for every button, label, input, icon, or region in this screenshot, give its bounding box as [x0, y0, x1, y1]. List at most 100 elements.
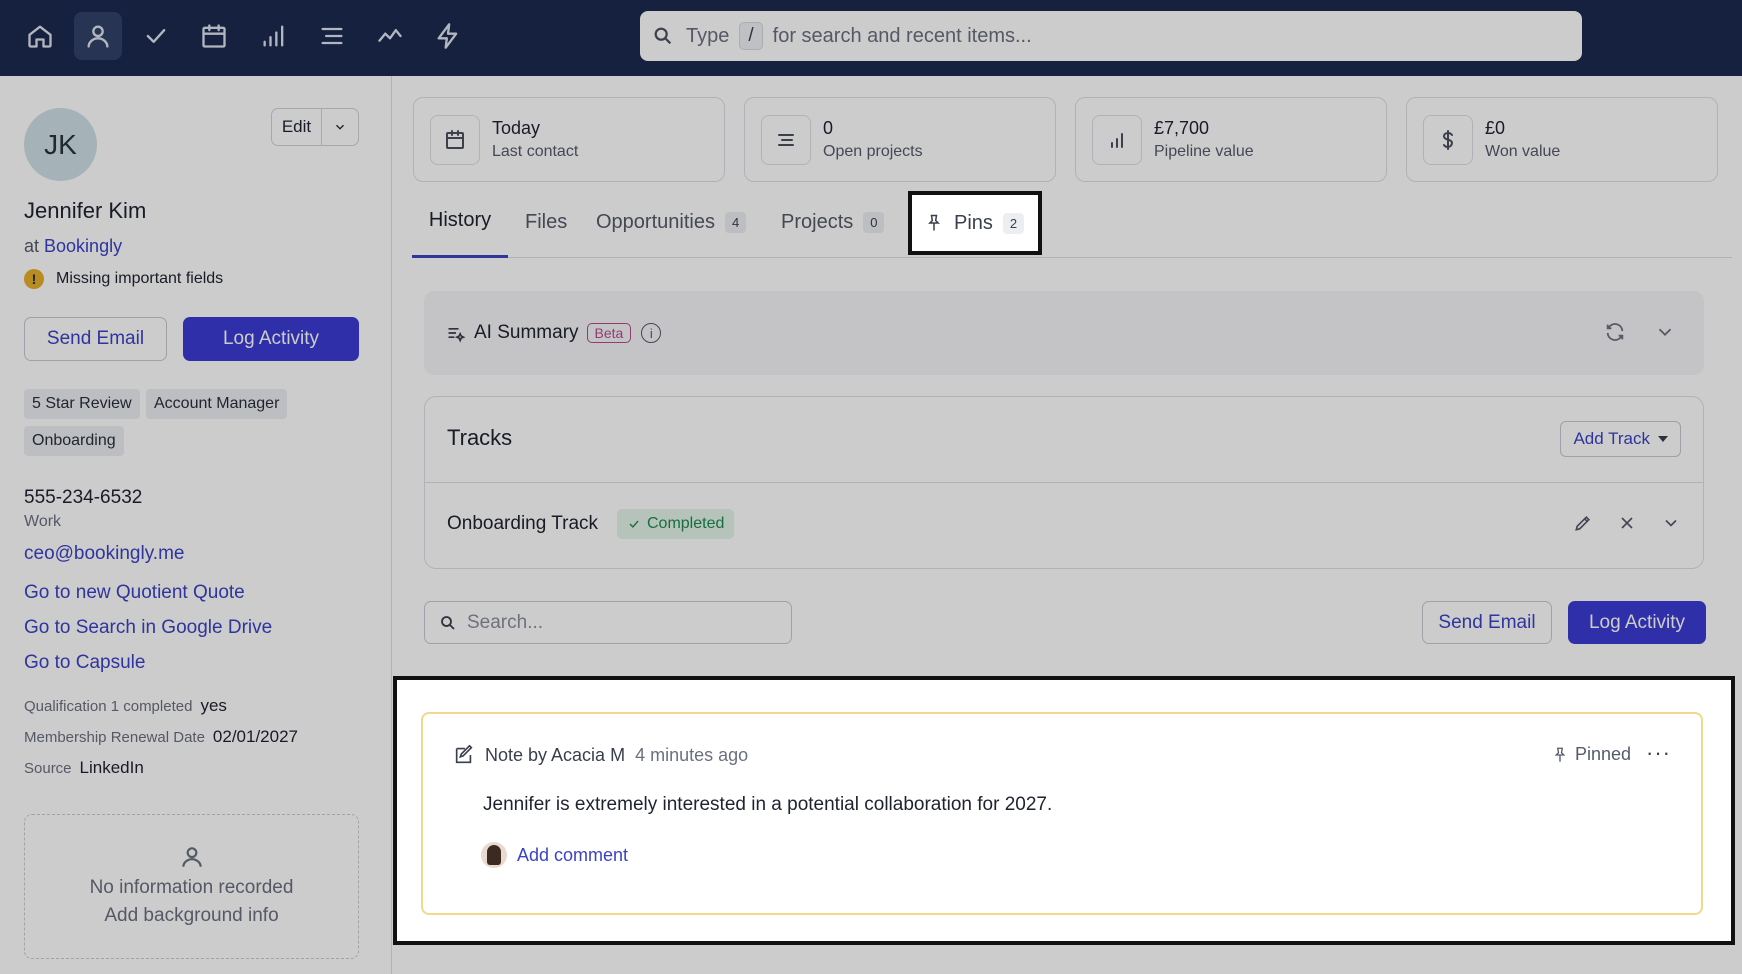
chevron-down-icon: [336, 124, 344, 130]
edit-button[interactable]: Edit: [272, 109, 322, 145]
contact-sidebar: JK Edit Jennifer Kim at Bookingly ! Miss…: [0, 76, 392, 974]
search-prefix: Type: [686, 24, 730, 47]
contacts-icon[interactable]: [74, 12, 122, 60]
count-badge: 4: [724, 211, 747, 233]
field-label: Source: [24, 760, 72, 777]
track-name[interactable]: Onboarding Track: [447, 513, 598, 535]
custom-field-source: Source LinkedIn: [24, 758, 144, 778]
tag[interactable]: 5 Star Review: [24, 389, 140, 419]
stat-label: Open projects: [823, 143, 923, 160]
field-value: yes: [200, 696, 227, 715]
log-activity-button[interactable]: Log Activity: [183, 317, 359, 361]
pin-icon: [1554, 747, 1566, 762]
pencil-icon[interactable]: [1573, 513, 1593, 533]
ai-summary-title: AI Summary: [474, 322, 579, 343]
contact-name: Jennifer Kim: [24, 198, 147, 223]
contact-email[interactable]: ceo@bookingly.me: [24, 543, 184, 565]
pinned-toggle[interactable]: Pinned: [1551, 744, 1631, 765]
tab-files[interactable]: Files: [525, 186, 567, 258]
tasks-check-icon[interactable]: [132, 12, 180, 60]
field-label: Qualification 1 completed: [24, 698, 193, 715]
info-icon[interactable]: i: [641, 323, 662, 343]
note-timestamp: 4 minutes ago: [635, 744, 749, 765]
stat-won-value: £0 Won value: [1406, 97, 1718, 182]
add-background-link[interactable]: Add background info: [104, 902, 278, 930]
tag[interactable]: Onboarding: [24, 426, 124, 456]
person-icon: [181, 846, 202, 867]
tab-history[interactable]: History: [412, 186, 508, 258]
pinned-label: Pinned: [1574, 744, 1631, 764]
tab-opportunities[interactable]: Opportunities 4: [596, 186, 747, 258]
capsule-link[interactable]: Go to Capsule: [24, 652, 145, 674]
bar-chart-icon: [1092, 115, 1142, 165]
tab-label: Opportunities: [596, 210, 715, 233]
close-icon[interactable]: [1617, 513, 1637, 533]
count-badge: 2: [1002, 212, 1025, 234]
workflows-bolt-icon[interactable]: [424, 12, 472, 60]
history-log-activity-button[interactable]: Log Activity: [1568, 601, 1706, 644]
pinned-note-card[interactable]: Note by Acacia M 4 minutes ago Pinned ··…: [421, 712, 1703, 915]
stat-label: Pipeline value: [1154, 143, 1254, 160]
company-link[interactable]: Bookingly: [44, 236, 122, 256]
stat-value: £0: [1485, 118, 1506, 138]
edit-button-group: Edit: [271, 108, 359, 146]
tracks-panel: Tracks Add Track Onboarding Track Comple…: [424, 396, 1704, 569]
edit-dropdown-button[interactable]: [322, 109, 358, 145]
ai-summary-icon: [448, 328, 466, 343]
caret-down-icon: [1658, 436, 1668, 442]
stat-label: Won value: [1485, 143, 1561, 160]
field-value: 02/01/2027: [212, 727, 299, 746]
tab-label: Pins: [954, 211, 993, 234]
tab-projects[interactable]: Projects 0: [781, 186, 885, 258]
projects-list-icon: [761, 115, 811, 165]
missing-fields-warning[interactable]: ! Missing important fields: [24, 269, 223, 289]
note-body: Jennifer is extremely interested in a po…: [483, 794, 1053, 815]
search-icon: [441, 615, 455, 630]
custom-field-qualification: Qualification 1 completed yes: [24, 696, 227, 716]
note-header: Note by Acacia M 4 minutes ago: [453, 744, 748, 766]
ai-summary-actions: [1604, 321, 1676, 343]
search-icon: [654, 27, 672, 45]
stat-value: £7,700: [1154, 118, 1210, 138]
refresh-icon[interactable]: [1604, 321, 1626, 343]
chevron-down-icon[interactable]: [1654, 321, 1676, 343]
global-search-input[interactable]: Type / for search and recent items...: [640, 11, 1582, 61]
background-info-box[interactable]: No information recorded Add background i…: [24, 814, 359, 959]
history-search-input[interactable]: Search...: [424, 601, 792, 644]
warning-text: Missing important fields: [56, 270, 224, 287]
phone-type-label: Work: [24, 513, 62, 530]
ai-summary-panel[interactable]: AI Summary Beta i: [424, 291, 1704, 375]
track-actions: [1573, 513, 1681, 533]
tab-pins[interactable]: Pins 2: [908, 191, 1042, 255]
reports-line-icon[interactable]: [366, 12, 414, 60]
add-comment-button[interactable]: Add comment: [481, 842, 628, 868]
pin-icon: [928, 214, 940, 231]
stat-value: Today: [492, 118, 541, 138]
home-icon[interactable]: [16, 12, 64, 60]
contact-company: at Bookingly: [24, 236, 122, 257]
tracks-title: Tracks: [447, 425, 513, 450]
contact-phone[interactable]: 555-234-6532: [24, 487, 142, 509]
history-send-email-button[interactable]: Send Email: [1422, 601, 1552, 644]
custom-field-renewal-date: Membership Renewal Date 02/01/2027: [24, 727, 298, 747]
pipeline-bars-icon[interactable]: [250, 12, 298, 60]
add-track-button[interactable]: Add Track: [1560, 421, 1681, 457]
stat-last-contact: Today Last contact: [413, 97, 725, 182]
avatar: [481, 842, 507, 868]
dollar-icon: [1423, 115, 1473, 165]
divider: [425, 482, 1703, 483]
tab-label: Projects: [781, 210, 854, 233]
more-options-icon[interactable]: ···: [1646, 740, 1671, 766]
projects-list-icon[interactable]: [308, 12, 356, 60]
stat-value: 0: [823, 118, 834, 138]
calendar-icon[interactable]: [190, 12, 238, 60]
count-badge: 0: [863, 211, 885, 233]
send-email-button[interactable]: Send Email: [24, 317, 167, 361]
chevron-down-icon[interactable]: [1661, 513, 1681, 533]
history-search-placeholder: Search...: [467, 611, 544, 633]
field-label: Membership Renewal Date: [24, 729, 205, 746]
google-drive-search-link[interactable]: Go to Search in Google Drive: [24, 617, 272, 639]
tag[interactable]: Account Manager: [146, 389, 288, 419]
add-track-label: Add Track: [1573, 429, 1650, 448]
quotient-quote-link[interactable]: Go to new Quotient Quote: [24, 582, 245, 604]
